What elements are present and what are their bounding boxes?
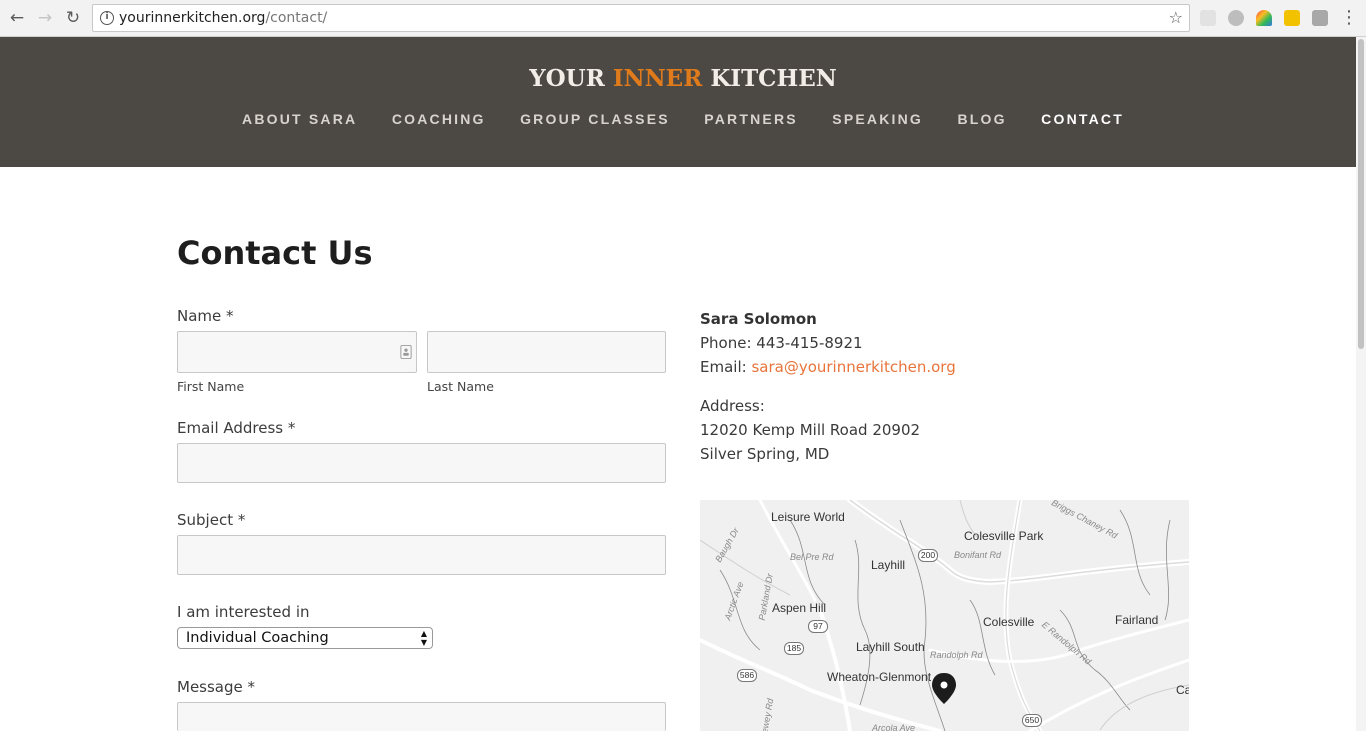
address-label: Address: [700,397,765,415]
logo-text-inner: INNER [612,65,703,92]
site-logo[interactable]: YOUR INNER KITCHEN [0,65,1366,92]
first-name-input[interactable] [177,331,417,373]
url-text[interactable]: yourinnerkitchen.org/contact/ [119,10,327,26]
map-road-bonifant: Bonifant Rd [954,550,1002,560]
map-pin-icon [932,673,956,704]
last-name-label: Last Name [427,379,494,394]
vertical-dots-icon[interactable]: ⋮ [1340,7,1358,29]
reload-icon[interactable]: ↻ [62,7,84,29]
interest-select[interactable]: Individual Coaching ▲ ▼ [177,627,433,649]
map-place-layhill-south: Layhill South [856,640,925,654]
map-route-shield-650: 650 [1022,714,1042,727]
message-label: Message * [177,678,256,696]
map-place-fairland: Fairland [1115,613,1159,627]
scrollbar-thumb[interactable] [1358,39,1364,349]
browser-toolbar: ← → ↻ i yourinnerkitchen.org/contact/ ☆ … [0,0,1366,37]
main-nav: ABOUT SARA COACHING GROUP CLASSES PARTNE… [0,111,1366,129]
map-route-shield-185: 185 [784,642,804,655]
map-place-layhill: Layhill [871,558,906,572]
nav-partners[interactable]: PARTNERS [704,111,798,127]
extension-puzzle-icon[interactable] [1312,10,1328,26]
address-line-2: Silver Spring, MD [700,445,830,463]
name-label: Name * [177,307,234,325]
url-path: /contact/ [265,10,328,26]
extension-cloud-icon[interactable] [1228,10,1244,26]
email-link[interactable]: sara@yourinnerkitchen.org [751,358,955,376]
subject-input[interactable] [177,535,666,575]
map-place-colesville-park: Colesville Park [964,529,1044,543]
logo-text-kitchen: KITCHEN [702,65,837,92]
page-title: Contact Us [177,234,373,272]
nav-group-classes[interactable]: GROUP CLASSES [520,111,670,127]
location-map[interactable]: Leisure World Colesville Park Layhill As… [700,500,1189,731]
map-route-shield-586: 586 [737,669,757,682]
email-label: Email Address * [177,419,296,437]
nav-coaching[interactable]: COACHING [392,111,486,127]
map-place-wheaton-glenmont: Wheaton-Glenmont [827,670,932,684]
contact-phone: Phone: 443-415-8921 [700,334,863,352]
first-name-label: First Name [177,379,245,394]
extension-notes-icon[interactable] [1284,10,1300,26]
back-arrow-icon[interactable]: ← [6,7,28,29]
forward-arrow-icon[interactable]: → [34,7,56,29]
nav-about-sara[interactable]: ABOUT SARA [242,111,357,127]
map-place-ca: Ca [1176,683,1189,697]
nav-blog[interactable]: BLOG [957,111,1006,127]
map-place-aspen-hill: Aspen Hill [772,601,827,615]
logo-text-your: YOUR [529,65,613,92]
interest-selected-value: Individual Coaching [186,630,329,646]
map-road-bel-pre: Bel Pre Rd [790,552,834,562]
message-textarea[interactable] [177,702,666,731]
last-name-input[interactable] [427,331,666,373]
interest-label: I am interested in [177,603,310,621]
contact-name: Sara Solomon [700,310,817,328]
address-line-1: 12020 Kemp Mill Road 20902 [700,421,921,439]
address-bar[interactable]: i yourinnerkitchen.org/contact/ ☆ [92,4,1190,32]
bookmark-star-icon[interactable]: ☆ [1169,8,1183,27]
map-road-arcola: Arcola Ave [872,723,916,731]
subject-label: Subject * [177,511,246,529]
map-route-shield-97: 97 [808,620,828,633]
site-header: YOUR INNER KITCHEN ABOUT SARA COACHING G… [0,37,1356,167]
map-place-colesville: Colesville [983,615,1035,629]
url-host: yourinnerkitchen.org [119,10,266,26]
autofill-contact-icon[interactable] [397,345,415,359]
map-road-randolph: Randolph Rd [930,650,983,660]
contact-email-line: Email: sara@yourinnerkitchen.org [700,358,956,376]
select-arrows-icon: ▲ ▼ [420,629,427,647]
email-prefix: Email: [700,358,752,376]
site-info-icon[interactable]: i [100,11,114,25]
email-input[interactable] [177,443,666,483]
nav-speaking[interactable]: SPEAKING [832,111,923,127]
map-route-shield-200: 200 [918,549,938,562]
map-place-leisure-world: Leisure World [771,510,845,524]
nav-contact[interactable]: CONTACT [1041,111,1124,127]
extension-drive-icon[interactable] [1200,10,1216,26]
extension-rainbow-icon[interactable] [1256,10,1272,26]
